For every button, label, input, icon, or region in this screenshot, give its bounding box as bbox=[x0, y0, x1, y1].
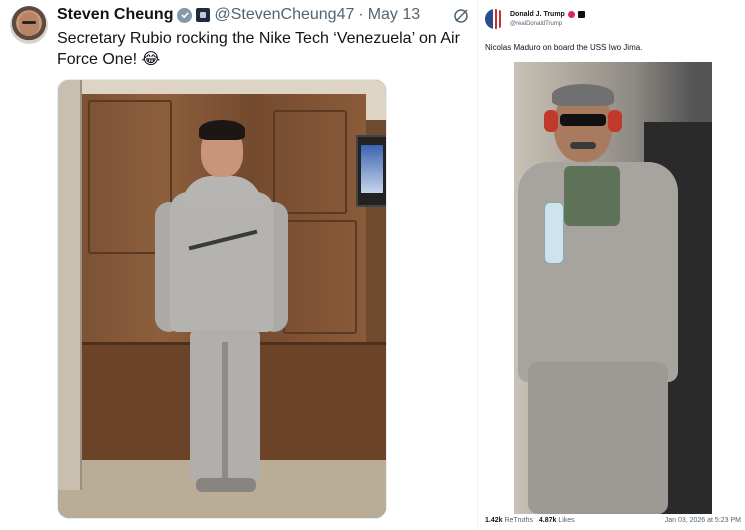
government-affiliation-icon[interactable] bbox=[196, 8, 211, 22]
author-handle[interactable]: @realDonaldTrump bbox=[510, 21, 562, 27]
author-name[interactable]: Steven Cheung bbox=[57, 6, 173, 24]
post-text: Nicolas Maduro on board the USS Iwo Jima… bbox=[485, 43, 643, 52]
steven-cheung-avatar[interactable] bbox=[10, 6, 48, 44]
wood-panel bbox=[273, 110, 347, 214]
tweet-header: Steven Cheung @StevenCheung47 · May 13 bbox=[57, 6, 420, 24]
right-truth-post: Donald J. Trump @realDonaldTrump Nicolas… bbox=[478, 0, 745, 530]
tweet-date[interactable]: May 13 bbox=[368, 6, 420, 24]
avatar-face bbox=[19, 12, 39, 36]
post-timestamp[interactable]: Jan 03, 2026 at 5:23 PM bbox=[665, 517, 741, 524]
person-shoes bbox=[196, 478, 256, 492]
verified-badge-icon bbox=[567, 11, 575, 18]
dark-goggles bbox=[560, 114, 606, 126]
retruths-label: ReTruths bbox=[504, 517, 534, 524]
likes-count[interactable]: 4.87k bbox=[539, 517, 557, 524]
avatar-eyes bbox=[22, 21, 36, 24]
ear-muff bbox=[608, 110, 622, 132]
retruths-count[interactable]: 1.42k bbox=[485, 517, 503, 524]
ear-muff bbox=[544, 110, 558, 132]
wood-panel bbox=[283, 220, 357, 334]
header-separator: · bbox=[358, 6, 364, 23]
left-tweet: Steven Cheung @StevenCheung47 · May 13 S… bbox=[0, 0, 478, 530]
likes-label: Likes bbox=[558, 517, 575, 524]
water-bottle bbox=[544, 202, 564, 264]
person-hair bbox=[552, 84, 614, 106]
tweet-text: Secretary Rubio rocking the Nike Tech ‘V… bbox=[57, 30, 460, 68]
mustache bbox=[570, 142, 596, 149]
photo-door bbox=[58, 80, 82, 490]
post-header: Donald J. Trump bbox=[510, 11, 585, 18]
photo-tv bbox=[356, 135, 386, 207]
affiliation-icon bbox=[577, 11, 585, 18]
author-handle[interactable]: @StevenCheung47 bbox=[214, 6, 354, 24]
person-hair bbox=[199, 120, 245, 140]
tweet-photo-rubio[interactable] bbox=[57, 79, 387, 519]
engagement-stats: 1.42k ReTruths 4.87k Likes bbox=[485, 517, 575, 524]
post-photo-maduro[interactable] bbox=[514, 62, 712, 514]
grok-icon[interactable] bbox=[453, 8, 469, 24]
author-name[interactable]: Donald J. Trump bbox=[510, 11, 565, 18]
person-torso bbox=[170, 192, 274, 332]
person-legs bbox=[528, 362, 668, 514]
person-leg-gap bbox=[222, 342, 228, 480]
trump-avatar[interactable] bbox=[485, 9, 505, 29]
verified-badge-icon bbox=[177, 7, 193, 23]
post-footer: 1.42k ReTruths 4.87k Likes Jan 03, 2026 … bbox=[485, 517, 741, 524]
person-vest bbox=[564, 166, 620, 226]
